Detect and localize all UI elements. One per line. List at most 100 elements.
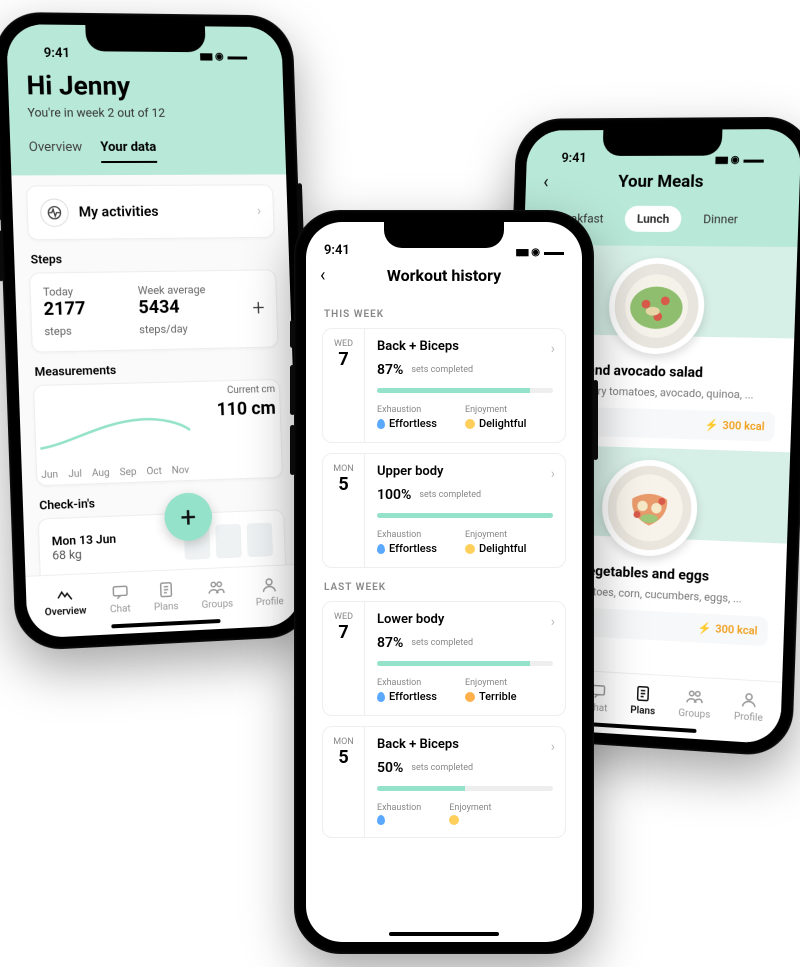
overview-icon bbox=[55, 584, 76, 605]
enjoyment-icon bbox=[449, 815, 459, 825]
groups-icon bbox=[685, 686, 706, 707]
checkin-value: 68 kg bbox=[52, 546, 117, 563]
month-label: Jul bbox=[68, 469, 82, 481]
workout-pct: 87% bbox=[377, 362, 403, 378]
enjoyment-value: Delightful bbox=[465, 417, 527, 430]
activities-icon bbox=[40, 198, 69, 227]
add-steps-button[interactable]: + bbox=[252, 296, 265, 321]
groups-icon bbox=[207, 577, 227, 598]
chevron-right-icon: › bbox=[551, 614, 555, 630]
back-button[interactable]: ‹ bbox=[543, 171, 549, 192]
enjoyment-label: Enjoyment bbox=[465, 530, 527, 540]
battery-icon bbox=[544, 245, 564, 258]
bolt-icon bbox=[704, 418, 718, 431]
sets-completed-label: sets completed bbox=[411, 365, 473, 375]
signal-icon bbox=[715, 153, 727, 166]
meal-kcal: 300 kcal bbox=[697, 621, 757, 637]
steps-today-unit: steps bbox=[44, 325, 72, 339]
tab-profile-nav[interactable]: Profile bbox=[734, 689, 764, 724]
tab-groups-nav[interactable]: Groups bbox=[201, 577, 234, 611]
enjoyment-label: Enjoyment bbox=[465, 405, 527, 415]
month-label: Sep bbox=[119, 467, 136, 479]
workout-name: Back + Biceps bbox=[377, 737, 553, 752]
month-label: Aug bbox=[92, 468, 110, 480]
exhaustion-icon bbox=[377, 544, 385, 554]
steps-avg-unit: steps/day bbox=[139, 322, 188, 336]
back-button[interactable]: ‹ bbox=[320, 265, 325, 286]
enjoyment-value bbox=[449, 815, 491, 825]
enjoyment-label: Enjoyment bbox=[465, 678, 517, 688]
measurement-sparkline bbox=[39, 410, 191, 455]
sets-completed-label: sets completed bbox=[411, 763, 473, 773]
meal-kcal: 300 kcal bbox=[704, 418, 764, 433]
exhaustion-icon bbox=[377, 815, 385, 825]
workout-row[interactable]: WED7Lower body›87%sets completedExhausti… bbox=[322, 601, 566, 716]
exhaustion-value: Effortless bbox=[377, 417, 437, 430]
chat-icon bbox=[109, 581, 130, 602]
phone-dashboard: 9:41 Hi Jenny You're in week 2 out of 12… bbox=[0, 12, 314, 652]
wifi-icon bbox=[730, 153, 739, 166]
tab-yourdata[interactable]: Your data bbox=[100, 134, 157, 163]
tab-profile-nav[interactable]: Profile bbox=[255, 574, 284, 608]
battery-icon bbox=[227, 49, 247, 62]
steps-avg-label: Week average bbox=[138, 283, 229, 297]
enjoyment-icon bbox=[465, 544, 475, 554]
exhaustion-label: Exhaustion bbox=[377, 405, 437, 415]
page-title: Your Meals bbox=[618, 172, 704, 192]
enjoyment-label: Enjoyment bbox=[449, 803, 491, 813]
tab-chat-nav[interactable]: Chat bbox=[109, 581, 131, 615]
battery-icon bbox=[743, 152, 764, 165]
plans-icon bbox=[633, 683, 653, 704]
exhaustion-value bbox=[377, 815, 421, 825]
exhaustion-value: Effortless bbox=[377, 690, 437, 703]
status-time: 9:41 bbox=[44, 46, 71, 61]
workout-row[interactable]: MON5Upper body›100%sets completedExhaust… bbox=[322, 453, 566, 568]
workout-pct: 50% bbox=[377, 760, 403, 776]
measurement-current-value: 110 cm bbox=[216, 398, 276, 420]
signal-icon bbox=[199, 49, 211, 62]
chevron-right-icon: › bbox=[551, 341, 555, 357]
tab-plans-nav[interactable]: Plans bbox=[630, 683, 656, 717]
plans-icon bbox=[155, 579, 176, 600]
exhaustion-value: Effortless bbox=[377, 542, 437, 555]
chevron-right-icon: › bbox=[257, 203, 262, 219]
my-activities-row[interactable]: My activities › bbox=[26, 184, 275, 240]
workout-day: 5 bbox=[338, 747, 348, 768]
workout-dow: MON bbox=[333, 737, 353, 747]
measurements-card[interactable]: Current cm 110 cm Jun Jul Aug Sep Oct No… bbox=[33, 379, 283, 486]
workout-row[interactable]: MON5Back + Biceps›50%sets completedExhau… bbox=[322, 726, 566, 838]
profile-icon bbox=[738, 689, 759, 710]
status-time: 9:41 bbox=[561, 151, 587, 166]
wifi-icon bbox=[531, 245, 540, 258]
workout-row[interactable]: WED7Back + Biceps›87%sets completedExhau… bbox=[322, 328, 566, 443]
workout-dow: WED bbox=[334, 339, 353, 349]
workout-pct: 87% bbox=[377, 635, 403, 651]
exhaustion-icon bbox=[377, 692, 385, 702]
phone-workout-history: 9:41 ‹ Workout history THIS WEEKWED7Back… bbox=[294, 210, 594, 954]
signal-icon bbox=[515, 245, 527, 258]
workout-name: Lower body bbox=[377, 612, 553, 627]
steps-card[interactable]: Today 2177 steps Week average 5434 steps… bbox=[29, 269, 278, 352]
tab-overview[interactable]: Overview bbox=[28, 134, 83, 163]
workout-dow: WED bbox=[334, 612, 353, 622]
enjoyment-value: Delightful bbox=[465, 542, 527, 555]
tab-groups-nav[interactable]: Groups bbox=[678, 686, 711, 721]
steps-section-title: Steps bbox=[30, 250, 273, 267]
steps-avg-value: 5434 bbox=[138, 297, 180, 319]
progress-bar bbox=[377, 388, 553, 393]
tab-overview-nav[interactable]: Overview bbox=[44, 583, 87, 618]
workout-day: 7 bbox=[338, 622, 348, 643]
exhaustion-icon bbox=[377, 419, 385, 429]
tabbar: Overview Chat Plans Groups Profile bbox=[25, 564, 301, 639]
tab-plans-nav[interactable]: Plans bbox=[153, 579, 179, 613]
workout-group-label: LAST WEEK bbox=[324, 582, 564, 593]
month-label: Oct bbox=[146, 466, 162, 478]
meal-tab-dinner[interactable]: Dinner bbox=[691, 206, 751, 232]
bolt-icon bbox=[697, 621, 711, 635]
month-label: Jun bbox=[41, 469, 58, 481]
progress-bar bbox=[377, 786, 553, 791]
wifi-icon bbox=[215, 49, 224, 62]
steps-today-value: 2177 bbox=[43, 298, 86, 320]
status-time: 9:41 bbox=[324, 243, 350, 258]
meal-tab-lunch[interactable]: Lunch bbox=[625, 206, 682, 232]
